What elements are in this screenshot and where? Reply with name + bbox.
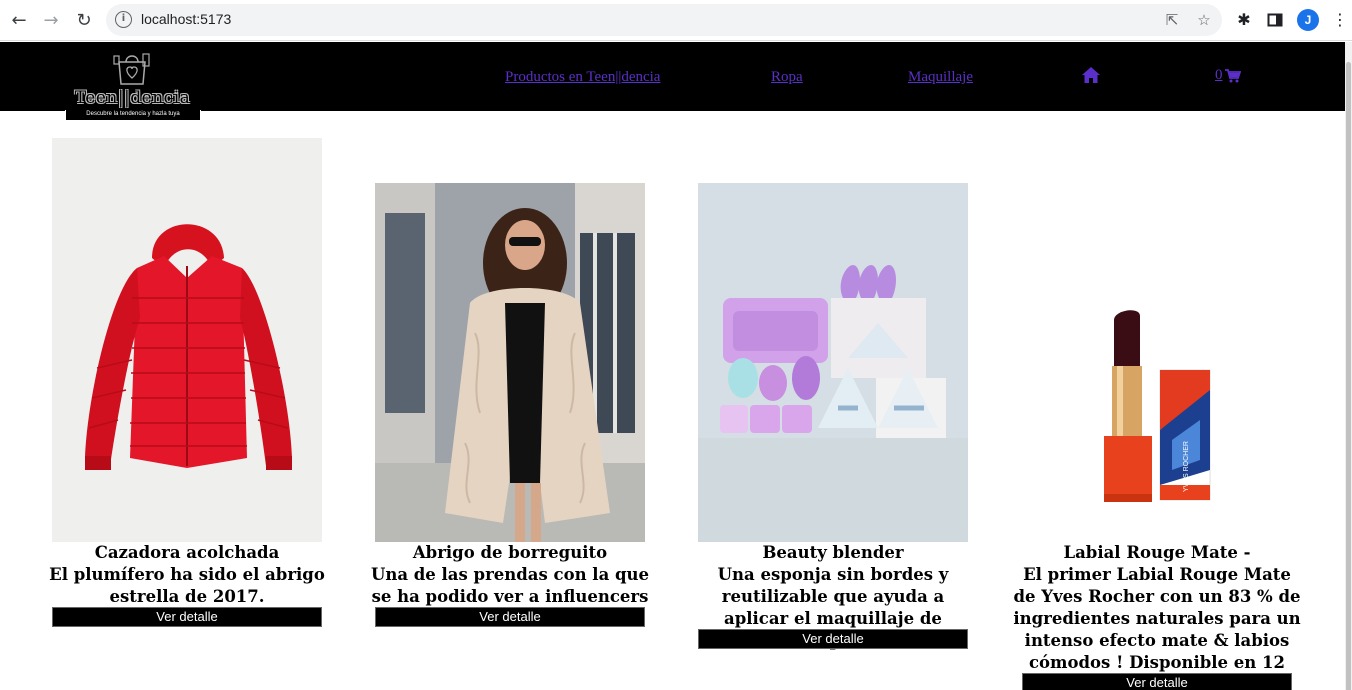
view-detail-button[interactable]: Ver detalle — [52, 607, 322, 627]
lipstick-brand-text: YVES ROCHER — [1183, 441, 1190, 492]
product-description: El plumífero ha sido el abrigo estrella … — [49, 565, 325, 606]
logo-wordmark: Teen||dencia — [74, 88, 191, 108]
nav-link-productos[interactable]: Productos en Teen||dencia — [505, 69, 660, 86]
product-title: Beauty blender — [762, 543, 904, 562]
cart-icon — [1224, 68, 1241, 82]
logo-tagline-bar: Descubre la tendencia y hazla tuya — [65, 110, 201, 121]
forward-icon[interactable]: → — [39, 8, 63, 32]
product-title: Labial Rouge Mate - — [1063, 543, 1251, 562]
nav-link-maquillaje[interactable]: Maquillaje — [908, 69, 973, 86]
info-icon[interactable]: i — [115, 11, 132, 28]
product-title: Cazadora acolchada — [94, 543, 280, 562]
menu-icon[interactable]: ⋮ — [1329, 9, 1351, 31]
product-description: El primer Labial Rouge Mate de Yves Roch… — [1013, 565, 1301, 690]
view-detail-button[interactable]: Ver detalle — [1022, 673, 1292, 690]
site-logo[interactable]: Teen||dencia Descubre la tendencia y haz… — [64, 46, 201, 121]
page-scrollbar[interactable] — [1345, 42, 1352, 690]
back-icon[interactable]: ← — [7, 8, 31, 32]
shopping-bag-heart-logo-icon — [113, 53, 150, 85]
cart-link[interactable]: 0 — [1215, 67, 1241, 84]
share-icon[interactable]: ⇱ — [1162, 10, 1182, 30]
extensions-icon[interactable]: ✱ — [1233, 9, 1255, 31]
cart-count: 0 — [1215, 67, 1223, 83]
product-description: Una de las prendas con la que se ha podi… — [370, 565, 650, 606]
view-detail-button[interactable]: Ver detalle — [698, 629, 968, 649]
logo-tagline: Descubre la tendencia y hazla tuya — [86, 111, 180, 117]
side-panel-icon[interactable] — [1264, 9, 1286, 31]
product-image-lipstick[interactable]: YVES ROCHER — [1022, 270, 1292, 542]
bookmark-star-icon[interactable]: ☆ — [1194, 10, 1214, 30]
address-bar[interactable]: i localhost:5173 ⇱ ☆ — [106, 4, 1222, 36]
home-link[interactable] — [1081, 66, 1101, 86]
home-icon — [1082, 67, 1100, 83]
profile-avatar[interactable]: J — [1297, 9, 1319, 31]
browser-toolbar: ← → ↻ i localhost:5173 ⇱ ☆ ✱ J ⋮ — [0, 0, 1352, 41]
nav-link-ropa[interactable]: Ropa — [771, 69, 803, 86]
view-detail-button[interactable]: Ver detalle — [375, 607, 645, 627]
address-url[interactable]: localhost:5173 — [141, 11, 231, 27]
site-header: Teen||dencia Descubre la tendencia y haz… — [0, 42, 1345, 121]
product-image-beauty-blender[interactable] — [698, 183, 968, 542]
reload-icon[interactable]: ↻ — [72, 8, 96, 32]
product-title: Abrigo de borreguito — [412, 543, 608, 562]
product-image-jacket[interactable] — [52, 138, 322, 542]
scrollbar-thumb[interactable] — [1346, 62, 1351, 690]
product-image-fur-coat[interactable] — [375, 183, 645, 542]
